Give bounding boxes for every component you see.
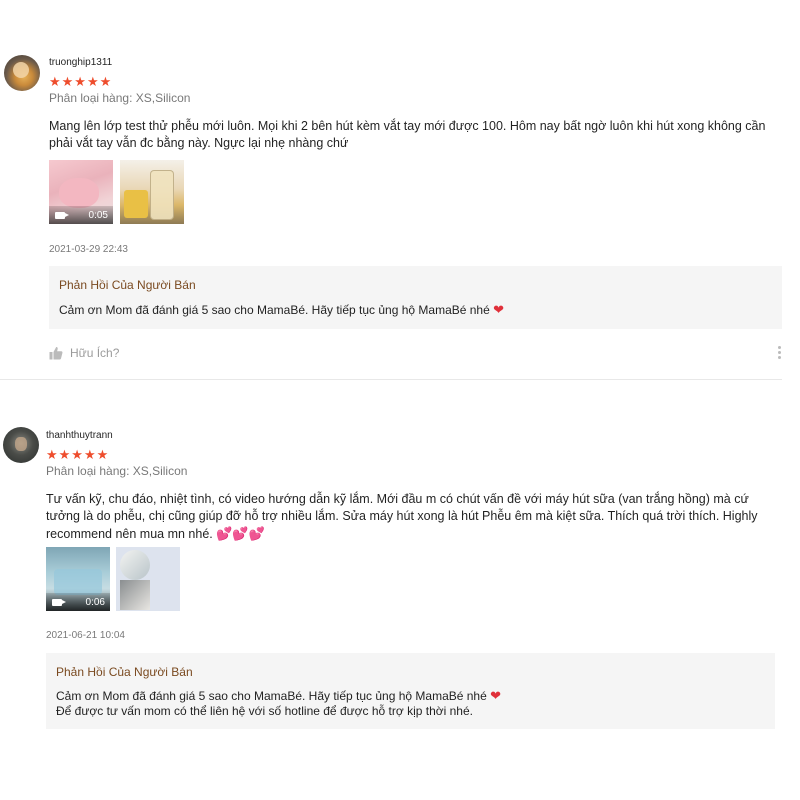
seller-reply-text: Cảm ơn Mom đã đánh giá 5 sao cho MamaBé.… [56, 688, 502, 718]
username[interactable]: truonghip1311 [49, 57, 112, 68]
review-video-thumbnail[interactable]: 0:05 [49, 160, 113, 224]
review-comment: Mang lên lớp test thử phễu mới luôn. Mọi… [49, 119, 766, 150]
helpful-button[interactable]: Hữu Ích? [49, 344, 119, 362]
seller-reply-title: Phản Hồi Của Người Bán [56, 665, 193, 679]
username[interactable]: thanhthuytrann [46, 430, 113, 441]
video-camera-icon [55, 212, 69, 219]
video-camera-icon [52, 599, 66, 606]
rating-stars: ★★★★★ [49, 74, 113, 89]
variation-text: Phân loại hàng: XS,Silicon [49, 91, 191, 105]
seller-reply: Phản Hồi Của Người Bán Cảm ơn Mom đã đán… [49, 266, 782, 329]
seller-reply: Phản Hồi Của Người Bán Cảm ơn Mom đã đán… [46, 653, 775, 729]
heart-icon: ❤ [490, 688, 502, 703]
helpful-label: Hữu Ích? [70, 346, 120, 360]
review-image-thumbnail[interactable] [120, 160, 184, 224]
review-item: truonghip1311 ★★★★★ Phân loại hàng: XS,S… [0, 0, 800, 380]
video-duration: 0:05 [88, 210, 108, 221]
variation-text: Phân loại hàng: XS,Silicon [46, 464, 188, 478]
review-item: thanhthuytrann ★★★★★ Phân loại hàng: XS,… [0, 380, 800, 800]
thumbs-up-icon [49, 347, 63, 360]
video-duration: 0:06 [85, 597, 105, 608]
rating-stars: ★★★★★ [46, 447, 110, 462]
review-image-thumbnail[interactable] [116, 547, 180, 611]
review-date: 2021-03-29 22:43 [49, 244, 128, 255]
avatar[interactable] [3, 427, 39, 463]
review-comment: Tư vấn kỹ, chu đáo, nhiệt tình, có video… [46, 492, 758, 541]
heart-icon: ❤ [493, 302, 505, 317]
avatar[interactable] [4, 55, 40, 91]
more-vertical-icon[interactable] [778, 346, 782, 360]
seller-reply-title: Phản Hồi Của Người Bán [59, 278, 196, 292]
hearts-emoji: 💕💕💕 [216, 526, 265, 541]
seller-reply-text: Cảm ơn Mom đã đánh giá 5 sao cho MamaBé.… [59, 302, 505, 317]
review-date: 2021-06-21 10:04 [46, 630, 125, 641]
review-video-thumbnail[interactable]: 0:06 [46, 547, 110, 611]
